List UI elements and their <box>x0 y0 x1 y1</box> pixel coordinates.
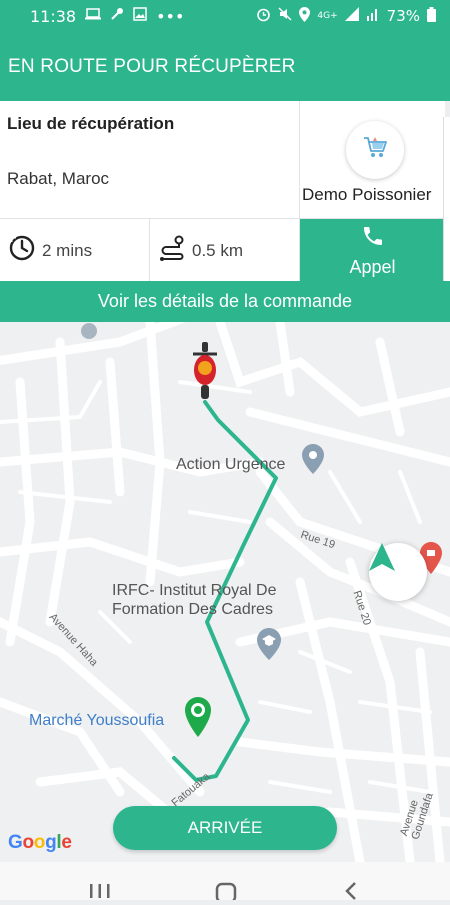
recenter-button[interactable] <box>369 543 427 601</box>
distance-value: 0.5 km <box>192 240 244 260</box>
call-button[interactable]: Appel <box>300 219 445 282</box>
status-bar: 11:38 ••• 4G+ 73% <box>0 0 450 32</box>
store-section[interactable]: Demo Poissonier <box>300 101 445 218</box>
eta-metric: 2 mins <box>0 219 150 282</box>
pickup-location-section: Lieu de récupération Rabat, Maroc <box>0 101 300 218</box>
network-type: 4G+ <box>317 11 338 21</box>
battery-percent: 73% <box>386 7 420 25</box>
recent-apps-icon[interactable] <box>89 880 111 905</box>
pickup-label: Lieu de récupération <box>7 114 175 133</box>
store-avatar <box>346 121 404 179</box>
status-time: 11:38 <box>30 6 77 26</box>
arrive-button[interactable]: ARRIVÉE <box>113 806 337 850</box>
alarm-icon <box>256 7 271 26</box>
call-button-label: Appel <box>349 256 396 277</box>
google-logo: Google <box>8 832 72 853</box>
place-label-irfc: IRFC- Institut Royal De Formation Des Ca… <box>112 582 277 618</box>
eta-value: 2 mins <box>42 240 93 260</box>
home-icon[interactable] <box>215 880 239 905</box>
battery-icon <box>427 6 436 26</box>
order-details-button[interactable]: Voir les détails de la commande <box>0 281 450 322</box>
pickup-card: Lieu de récupération Rabat, Maroc Demo P… <box>0 101 445 282</box>
pickup-city: Rabat, Maroc <box>7 169 110 188</box>
image-icon <box>133 7 147 25</box>
back-icon[interactable] <box>342 880 360 905</box>
clock-icon <box>8 234 36 267</box>
trip-metrics-row: 2 mins 0.5 km Appel <box>0 218 445 282</box>
phone-icon <box>361 224 385 253</box>
place-label-marche-youssoufia: Marché Youssoufia <box>29 712 165 729</box>
location-icon <box>299 6 311 26</box>
signal-icon <box>344 7 359 25</box>
store-name: Demo Poissonier <box>302 185 432 204</box>
place-label-action-urgence: Action Urgence <box>176 456 286 473</box>
more-notifications-icon: ••• <box>156 6 185 26</box>
system-nav-bar <box>0 862 450 904</box>
route-distance-icon <box>158 234 186 267</box>
laptop-icon <box>85 8 102 24</box>
mute-icon <box>278 7 292 25</box>
signal-icon-2 <box>366 7 380 25</box>
distance-metric: 0.5 km <box>150 219 300 282</box>
page-title: EN ROUTE POUR RÉCUPÈRER <box>8 55 296 77</box>
shopping-cart-icon <box>361 135 389 166</box>
app-bar: EN ROUTE POUR RÉCUPÈRER <box>0 32 450 101</box>
next-card-edge <box>443 117 450 281</box>
map-view[interactable]: Action Urgence IRFC- Institut Royal De F… <box>0 322 450 862</box>
tools-icon <box>110 7 124 25</box>
